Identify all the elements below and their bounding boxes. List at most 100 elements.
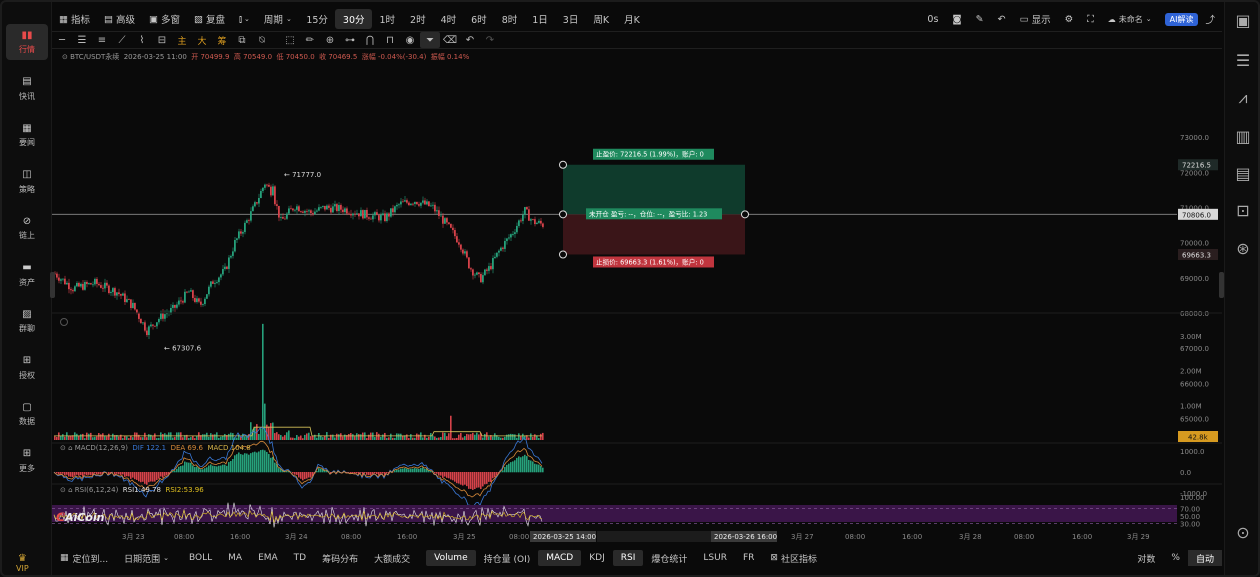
interval-tab[interactable]: 周K [586,9,617,29]
main-chip-button[interactable]: 主 [172,32,192,48]
period-dropdown[interactable]: 周期 ⌄ [257,9,299,29]
main-indicator-tab[interactable]: 大额成交 [366,550,418,566]
sidebar-item-7[interactable]: ⊞ 授权 [6,350,48,386]
volume-bar [274,433,276,440]
candle-body [140,318,142,324]
interval-tab[interactable]: 4时 [433,9,464,29]
trash-icon[interactable]: ⌫ [440,32,460,48]
interval-tab[interactable]: 月K [617,9,648,29]
sidebar-item-3[interactable]: ◫ 策略 [6,164,48,200]
settings-icon[interactable]: ⚙ [1058,9,1081,29]
sub-indicator-tab[interactable]: MACD [538,550,582,566]
filter-icon[interactable]: ⏷ [420,32,440,48]
replay-menu[interactable]: ▧ 复盘 [187,9,232,29]
trend-line-icon[interactable]: ⟋ [112,32,132,48]
sub-indicator-tab[interactable]: 爆仓统计 [643,550,695,566]
chip-button[interactable]: 筹 [212,32,232,48]
multi-window-menu[interactable]: ▣ 多窗 [142,9,187,29]
macd-settings-icon[interactable]: ⊙ ⌂ [60,444,75,452]
cursor-icon[interactable]: ⬚ [280,32,300,48]
date-range-dropdown[interactable]: 日期范围 ⌄ [116,550,177,566]
percent-scale-toggle[interactable]: % [1163,550,1188,566]
interval-tab[interactable]: 15分 [299,9,336,29]
share-icon[interactable]: ⤴ [1198,9,1222,29]
brush-icon[interactable]: ⌇ [132,32,152,48]
undo-draw-icon[interactable]: ↶ [460,32,480,48]
measure-icon[interactable]: ⊶ [340,32,360,48]
sidebar-item-8[interactable]: ▢ 数据 [6,396,48,432]
log-scale-toggle[interactable]: 对数 [1129,550,1163,566]
sidebar-item-6[interactable]: ▨ 群聊 [6,303,48,339]
sub-indicator-tab[interactable]: KDJ [581,550,613,566]
pattern-icon[interactable]: ⧉ [232,32,252,48]
magnet-icon[interactable]: ⋂ [360,32,380,48]
sidebar-item-4[interactable]: ⊘ 链上 [6,210,48,246]
pen-icon[interactable]: ✎ [969,9,991,29]
main-indicator-tab[interactable]: TD [286,550,314,566]
main-indicator-tab[interactable]: EMA [250,550,286,566]
rsi-settings-icon[interactable]: ⊙ ⌂ [60,486,75,494]
parallel-lines-icon[interactable]: ☰ [72,32,92,48]
horizontal-line-icon[interactable]: ─ [52,32,72,48]
list-icon[interactable]: ☰ [1235,51,1251,70]
main-indicator-tab[interactable]: 筹码分布 [314,550,366,566]
sidebar-item-9[interactable]: ⊞ 更多 [6,443,48,479]
volume-bar [540,433,542,440]
card-icon[interactable]: ▤ [1235,164,1251,183]
chart-type-dropdown[interactable]: ⫾ ⌄ [232,9,257,29]
undo-icon[interactable]: ↶ [991,9,1013,29]
exchange-icon[interactable]: ⊛ [1235,239,1251,258]
redo-draw-icon[interactable]: ↷ [480,32,500,48]
interval-tab[interactable]: 3日 [555,9,586,29]
volume-bar [220,436,222,440]
large-order-button[interactable]: 大 [192,32,212,48]
interval-tab[interactable]: 30分 [335,9,372,29]
vip-badge[interactable]: ♛ VIP [16,553,29,573]
ruler-icon[interactable]: ⊟ [152,32,172,48]
sub-indicator-tab[interactable]: 持仓量 (OI) [476,550,539,566]
book-icon[interactable]: ▥ [1235,127,1251,146]
sub-indicator-tab[interactable]: Volume [426,550,476,566]
left-panel-handle[interactable] [50,272,55,298]
fib-icon[interactable]: ≡ [92,32,112,48]
sub-indicator-tab[interactable]: FR [735,550,762,566]
sidebar-item-5[interactable]: ▬ 资产 [6,257,48,293]
indicator-menu[interactable]: ▦ 指标 [52,9,97,29]
sidebar-item-0[interactable]: ▮▮ 行情 [6,24,48,60]
sub-indicator-tab[interactable]: RSI [612,550,644,566]
auto-scale-toggle[interactable]: 自动 [1187,550,1222,566]
sidebar-item-2[interactable]: ▦ 要闻 [6,117,48,153]
advanced-menu[interactable]: ▤ 高级 [97,9,142,29]
interval-tab[interactable]: 6时 [464,9,495,29]
interval-tab[interactable]: 1时 [372,9,403,29]
chart-canvas[interactable]: ← 71777.0 ← 67307.6 止盈价: 72216.5 (1.99%)，账… [52,48,1222,548]
ai-interpret-button[interactable]: AI解读 [1164,12,1199,26]
sidebar-item-1[interactable]: ▤ 快讯 [6,71,48,107]
interval-tab[interactable]: 8时 [494,9,525,29]
trend-chart-icon[interactable]: ⩘ [1235,88,1251,107]
collapse-icon[interactable]: ⊙ [1235,523,1251,542]
layout-dropdown[interactable]: ☁ 未命名 ⌄ [1101,9,1159,29]
fullscreen-icon[interactable]: ⛶ [1080,9,1101,29]
expand-icon[interactable]: ▣ [1235,11,1251,30]
community-indicators[interactable]: ⊠ 社区指标 [762,550,825,566]
sub-indicator-tab[interactable]: LSUR [695,550,735,566]
interval-tab[interactable]: 1日 [525,9,556,29]
erase-line-icon[interactable]: ⍉ [252,32,272,48]
eye-icon[interactable]: ◉ [400,32,420,48]
macd-histogram-bar [120,472,122,475]
candle-body [148,326,150,336]
candle-body [318,207,320,211]
main-indicator-tab[interactable]: BOLL [181,550,220,566]
bot-icon[interactable]: ⊡ [1235,201,1251,220]
zoom-icon[interactable]: ⊕ [320,32,340,48]
candle-icon: ⫾ [239,13,243,25]
interval-tab[interactable]: 2时 [403,9,434,29]
main-indicator-tab[interactable]: MA [220,550,250,566]
volume-bar [438,437,440,440]
lock-icon[interactable]: ⊓ [380,32,400,48]
camera-icon[interactable]: ◙ [945,9,968,29]
display-button[interactable]: ▭ 显示 [1013,9,1058,29]
pencil-icon[interactable]: ✏ [300,32,320,48]
locate-button[interactable]: ▦ 定位到... [52,550,116,566]
